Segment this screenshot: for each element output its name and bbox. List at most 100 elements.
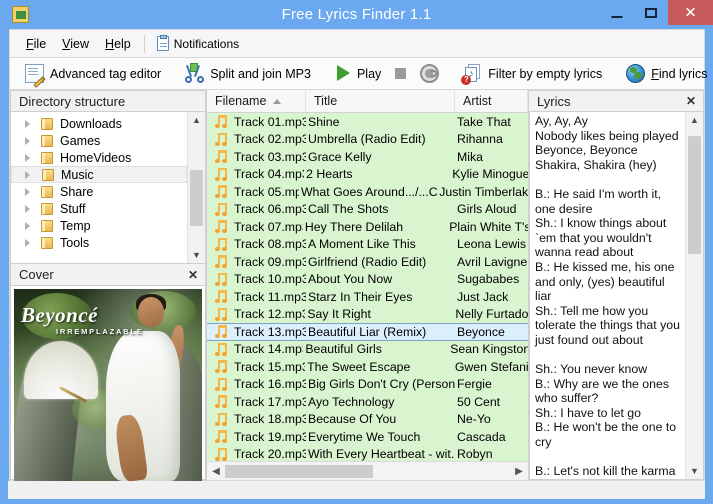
table-row[interactable]: Track 01.mp3 Shine Take That: [207, 113, 528, 131]
cell-filename: Track 20.mp3: [207, 447, 306, 461]
expand-arrow-icon[interactable]: [25, 187, 30, 196]
music-note-icon: [215, 272, 230, 286]
table-row[interactable]: Track 03.mp3 Grace Kelly Mika: [207, 148, 528, 166]
expand-arrow-icon[interactable]: [25, 170, 30, 179]
hscroll-thumb[interactable]: [225, 464, 373, 478]
column-header-filename[interactable]: Filename: [207, 90, 306, 112]
tree-item-tools[interactable]: Tools: [11, 234, 187, 251]
play-button[interactable]: Play: [328, 62, 388, 85]
directory-tree[interactable]: Downloads Games HomeVideos Music Share Stuff T…: [11, 112, 187, 263]
menu-notifications[interactable]: Notifications: [150, 33, 246, 54]
tree-item-temp[interactable]: Temp: [11, 217, 187, 234]
cover-panel-title: Cover: [19, 267, 54, 282]
lyrics-text[interactable]: Ay, Ay, Ay Nobody likes being played Bey…: [530, 112, 685, 479]
app-window: Free Lyrics Finder 1.1 ✕ File View Help …: [0, 0, 713, 504]
tree-item-stuff[interactable]: Stuff: [11, 200, 187, 217]
cell-filename: Track 15.mp3: [207, 360, 305, 374]
tree-item-label: Games: [60, 133, 101, 148]
cover-figure: [102, 294, 188, 481]
table-row[interactable]: Track 14.mp3 Beautiful Girls Sean Kingston: [207, 340, 528, 358]
cell-artist: Just Jack: [457, 289, 509, 304]
cell-artist: Justin Timberlake: [439, 184, 528, 199]
globe-icon: [626, 64, 646, 83]
expand-arrow-icon[interactable]: [25, 204, 30, 213]
directory-tree-container: Downloads Games HomeVideos Music Share Stuff T…: [10, 112, 206, 264]
minimize-icon: [611, 16, 623, 18]
column-header-title[interactable]: Title: [306, 90, 455, 112]
table-row[interactable]: Track 09.mp3 Girlfriend (Radio Edit) Avril…: [207, 253, 528, 271]
expand-arrow-icon[interactable]: [25, 238, 30, 247]
folder-icon: [41, 236, 54, 249]
tree-item-share[interactable]: Share: [11, 183, 187, 200]
lyrics-close-icon[interactable]: ✕: [683, 94, 699, 108]
column-header-artist[interactable]: Artist: [455, 90, 528, 112]
cover-close-icon[interactable]: ✕: [185, 268, 201, 282]
tree-item-games[interactable]: Games: [11, 132, 187, 149]
tree-item-music[interactable]: Music: [11, 166, 187, 183]
filename-text: Track 16.mp3: [234, 377, 306, 392]
music-note-icon: [215, 220, 230, 234]
lyrics-scroll-up-button[interactable]: ▲: [686, 112, 703, 128]
advanced-tag-editor-button[interactable]: Advanced tag editor: [18, 61, 168, 86]
menu-help[interactable]: Help: [97, 34, 139, 54]
scroll-down-button[interactable]: ▼: [188, 247, 205, 263]
expand-arrow-icon[interactable]: [25, 136, 30, 145]
menu-file[interactable]: File: [18, 34, 54, 54]
table-row[interactable]: Track 13.mp3 Beautiful Liar (Remix) Beyonc…: [207, 323, 528, 341]
find-lyrics-button[interactable]: Find lyrics: [619, 61, 713, 86]
stop-button[interactable]: [388, 65, 413, 82]
expand-arrow-icon[interactable]: [25, 221, 30, 230]
table-row[interactable]: Track 17.mp3 Ayo Technology 50 Cent: [207, 393, 528, 411]
menu-divider: [143, 34, 145, 53]
lyrics-scroll-down-button[interactable]: ▼: [686, 463, 703, 479]
table-row[interactable]: Track 07.mp3 Hey There Delilah Plain White…: [207, 218, 528, 236]
maximize-button[interactable]: [634, 0, 668, 25]
minimize-button[interactable]: [600, 0, 634, 25]
close-button[interactable]: ✕: [668, 0, 713, 25]
cell-artist: Leona Lewis: [457, 237, 527, 252]
scroll-up-button[interactable]: ▲: [188, 112, 205, 128]
stop-icon: [395, 68, 407, 79]
table-row[interactable]: Track 15.mp3 The Sweet Escape Gwen Stefani: [207, 358, 528, 376]
table-row[interactable]: Track 04.mp3 2 Hearts Kylie Minogue: [207, 165, 528, 183]
table-row[interactable]: Track 06.mp3 Call The Shots Girls Aloud: [207, 200, 528, 218]
tree-item-homevideos[interactable]: HomeVideos: [11, 149, 187, 166]
table-row[interactable]: Track 19.mp3 Everytime We Touch Cascada: [207, 428, 528, 446]
cell-title: Because Of You: [308, 412, 397, 427]
table-row[interactable]: Track 11.mp3 Starz In Their Eyes Just Jack: [207, 288, 528, 306]
filename-text: Track 06.mp3: [234, 202, 306, 217]
expand-arrow-icon[interactable]: [25, 153, 30, 162]
filename-text: Track 01.mp3: [234, 114, 306, 129]
lyrics-scroll-thumb[interactable]: [688, 136, 701, 254]
table-row[interactable]: Track 02.mp3 Umbrella (Radio Edit) Rihanna: [207, 130, 528, 148]
table-row[interactable]: Track 16.mp3 Big Girls Don't Cry (Persona…: [207, 375, 528, 393]
toolbar: Advanced tag editor Split and join MP3 P…: [9, 57, 707, 90]
table-row[interactable]: Track 18.mp3 Because Of You Ne-Yo: [207, 410, 528, 428]
table-row[interactable]: Track 20.mp3 With Every Heartbeat - wit..…: [207, 445, 528, 461]
scroll-left-button[interactable]: ◀: [207, 466, 225, 477]
scroll-right-button[interactable]: ▶: [510, 466, 528, 477]
volume-button[interactable]: [413, 61, 446, 86]
left-column: Directory structure Downloads Games HomeVi…: [10, 90, 206, 481]
cell-title: Ayo Technology: [308, 394, 395, 409]
directory-tree-scrollbar[interactable]: ▲ ▼: [187, 112, 205, 263]
clipboard-icon: [156, 35, 169, 51]
cell-artist: Take That: [457, 114, 511, 129]
folder-icon: [41, 134, 54, 147]
menu-view[interactable]: View: [54, 34, 97, 54]
table-row[interactable]: Track 12.mp3 Say It Right Nelly Furtado: [207, 305, 528, 323]
cell-filename: Track 04.mp3: [207, 167, 304, 181]
scroll-thumb[interactable]: [190, 170, 203, 226]
tree-item-downloads[interactable]: Downloads: [11, 115, 187, 132]
filename-text: Track 18.mp3: [234, 412, 306, 427]
split-join-mp3-button[interactable]: Split and join MP3: [178, 61, 318, 86]
filename-text: Track 07.mp3: [234, 219, 303, 234]
expand-arrow-icon[interactable]: [25, 119, 30, 128]
music-note-icon: [215, 430, 230, 444]
table-row[interactable]: Track 10.mp3 About You Now Sugababes: [207, 270, 528, 288]
table-row[interactable]: Track 08.mp3 A Moment Like This Leona Lewi…: [207, 235, 528, 253]
table-row[interactable]: Track 05.mp3What Goes Around.../...C...J…: [207, 183, 528, 201]
filter-empty-lyrics-button[interactable]: ♪? Filter by empty lyrics: [456, 61, 609, 86]
lyrics-scrollbar[interactable]: ▲ ▼: [685, 112, 703, 479]
file-list-hscrollbar[interactable]: ◀ ▶: [207, 461, 528, 480]
